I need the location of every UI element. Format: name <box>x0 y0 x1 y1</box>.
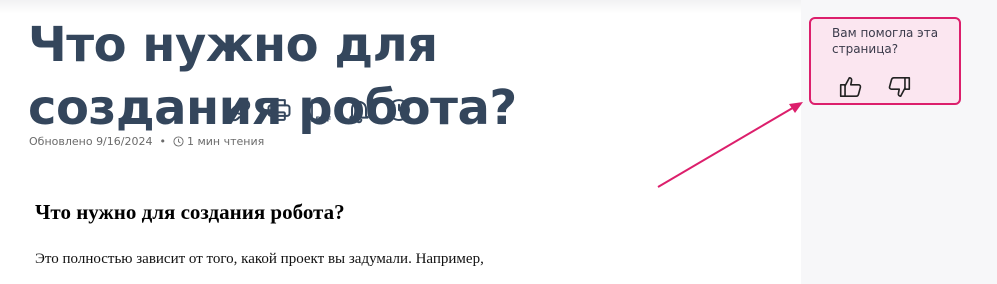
updated-date: Обновлено 9/16/2024 <box>29 135 153 148</box>
article-paragraph: Это полностью зависит от того, какой про… <box>35 251 484 267</box>
article-heading: Что нужно для создания робота? <box>35 200 345 224</box>
pdf-icon[interactable]: PDF <box>302 93 336 127</box>
article-pane: Что нужно для создания робота? PDF Обнов… <box>0 0 801 284</box>
article-meta: Обновлено 9/16/2024 • 1 мин чтения <box>29 135 264 148</box>
clock-icon <box>173 136 184 147</box>
history-icon[interactable] <box>382 93 416 127</box>
thumbs-down-icon[interactable] <box>884 72 914 102</box>
svg-text:PDF: PDF <box>316 115 332 123</box>
link-icon[interactable] <box>222 93 256 127</box>
thumbs-up-icon[interactable] <box>836 72 866 102</box>
article-actions-toolbar: PDF <box>222 93 422 127</box>
feedback-widget: Вам помогла эта страница? <box>809 17 961 105</box>
feedback-question: Вам помогла эта страница? <box>832 26 939 56</box>
meta-separator: • <box>159 135 166 148</box>
top-shadow <box>0 0 801 14</box>
printer-icon[interactable] <box>262 93 296 127</box>
read-time: 1 мин чтения <box>186 135 265 148</box>
bell-icon[interactable] <box>342 93 376 127</box>
